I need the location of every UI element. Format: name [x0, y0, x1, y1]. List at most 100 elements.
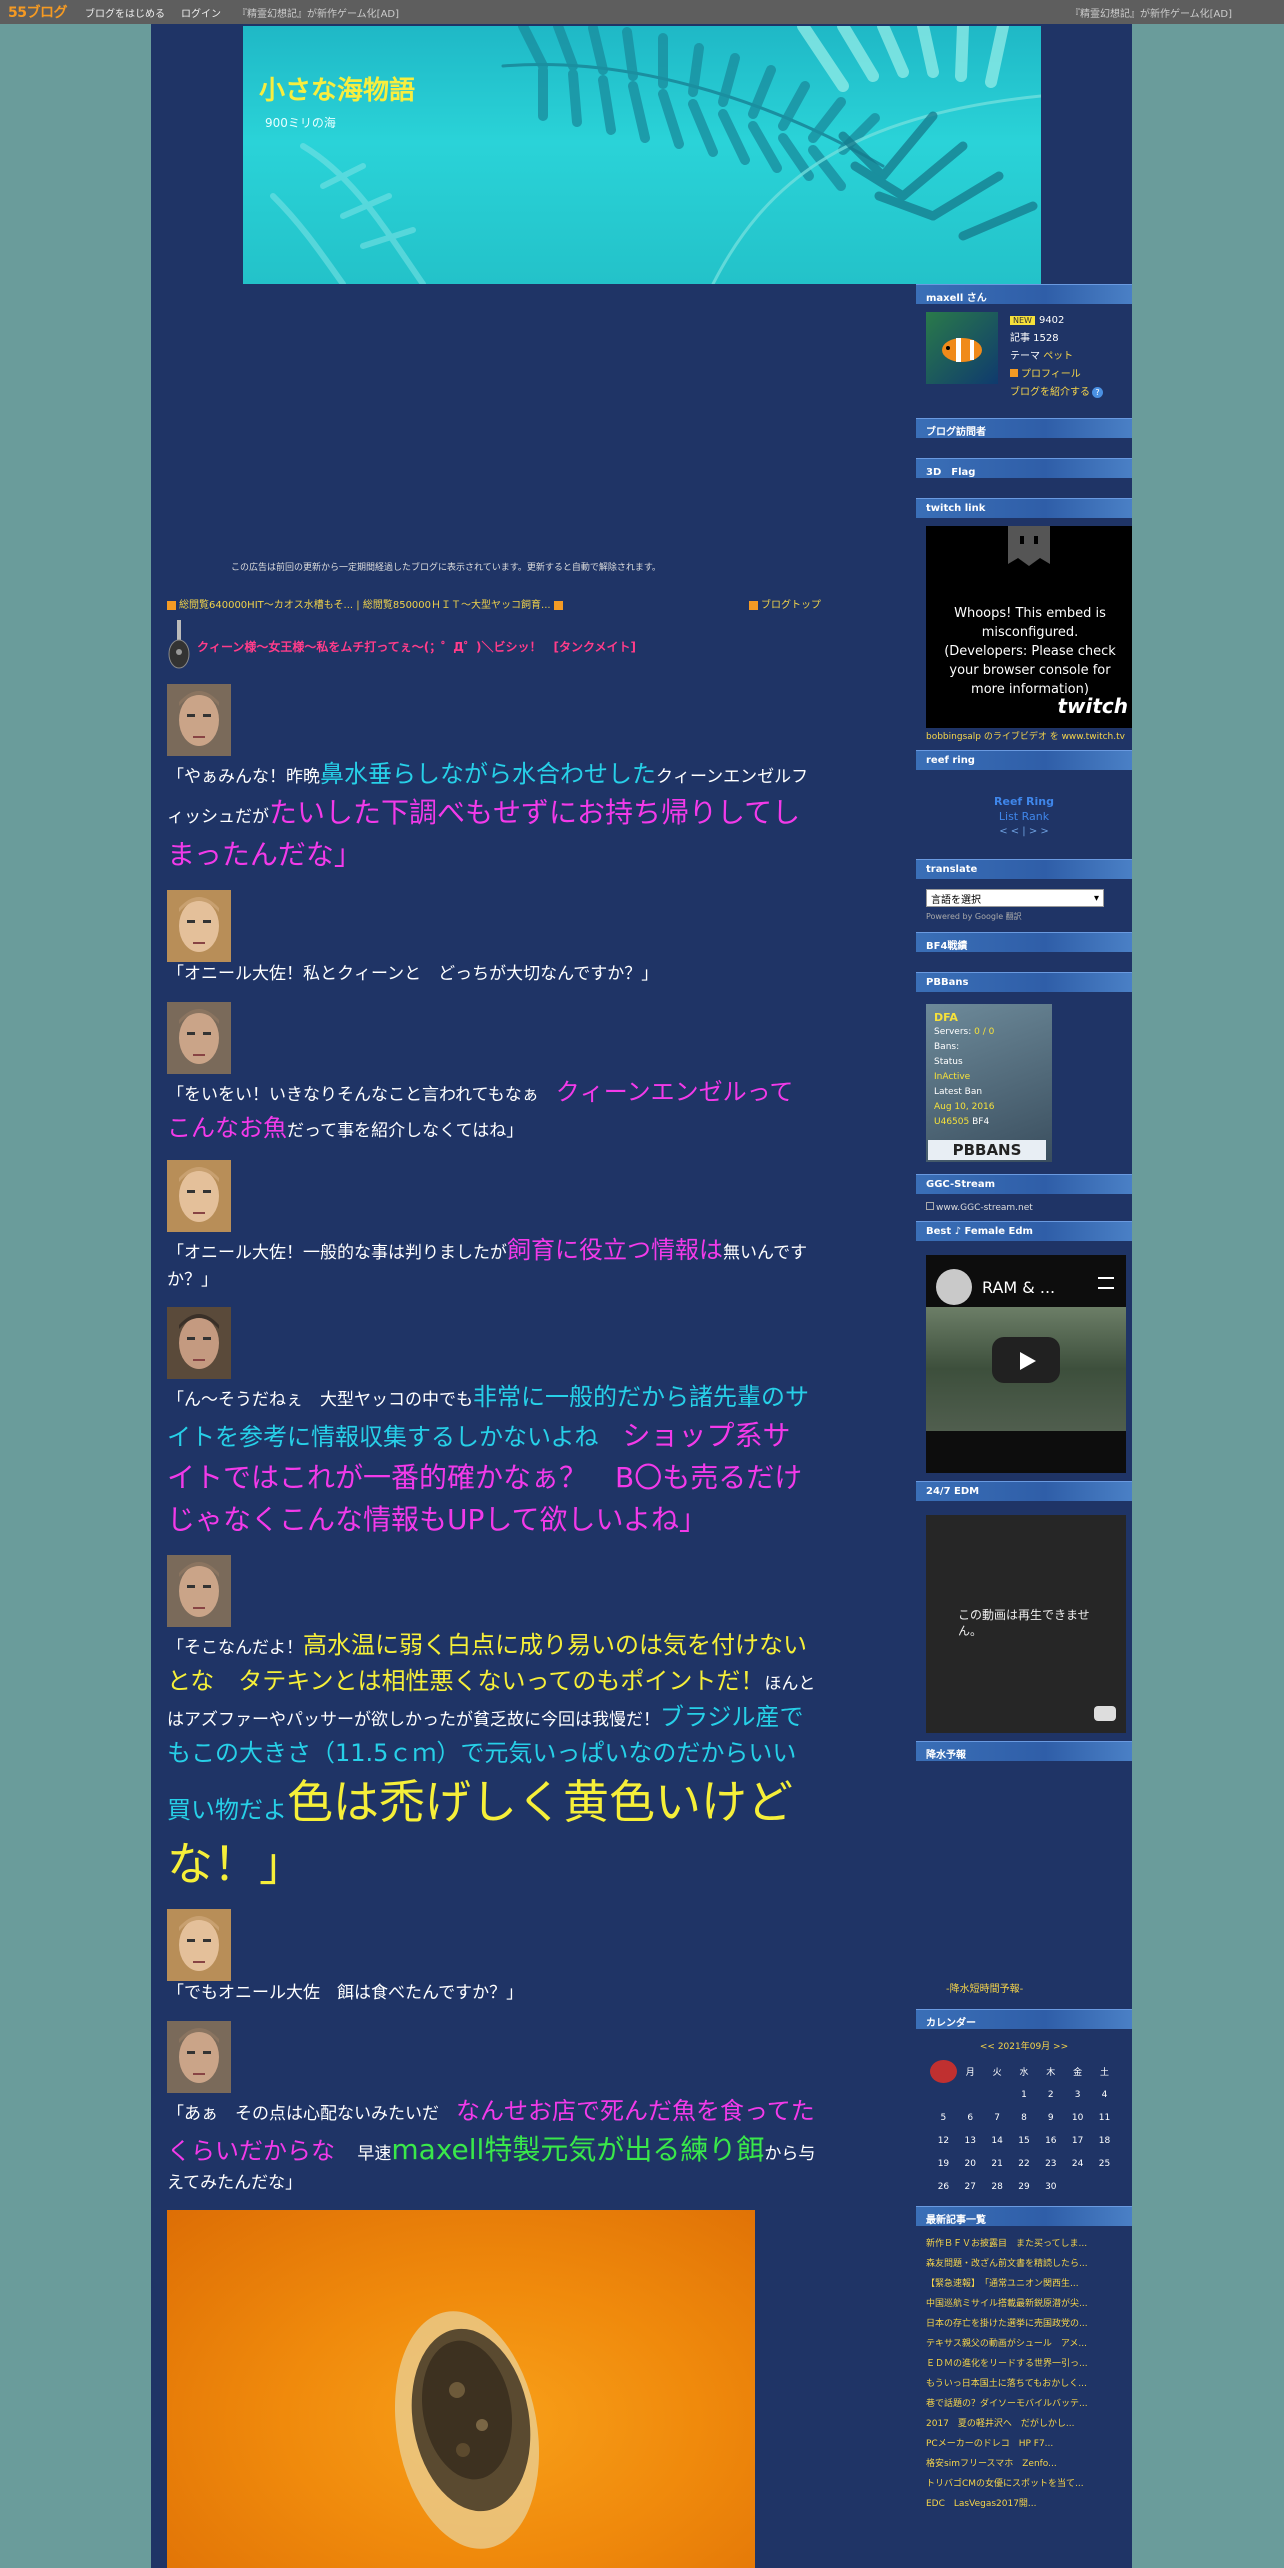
calendar-widget-title: カレンダー	[916, 2009, 1132, 2029]
servers-label: Servers:	[934, 1027, 972, 1037]
calendar-day[interactable]: 19	[930, 2152, 957, 2175]
calendar-day[interactable]: 23	[1037, 2152, 1064, 2175]
calendar-day[interactable]: 17	[1064, 2129, 1091, 2152]
recent-article-link[interactable]: PCメーカーのドレコ HP F7...	[926, 2434, 1122, 2454]
twitch-channel-link[interactable]: bobbingsalp のライブビデオ を www.twitch.tv	[926, 729, 1132, 742]
calendar-day[interactable]: 7	[984, 2106, 1011, 2129]
calendar-day[interactable]: 9	[1037, 2106, 1064, 2129]
twitch-embed[interactable]: Whoops! This embed is misconfigured. (De…	[926, 526, 1132, 728]
dialogue-paragraph: 「あぁ その点は心配ないみたいだ なんせお店で死んだ魚を食ってたくらいだからな …	[167, 2020, 817, 2197]
calendar-day[interactable]: 13	[957, 2129, 984, 2152]
calendar-day[interactable]: 15	[1011, 2129, 1038, 2152]
login-link[interactable]: ログイン	[181, 5, 221, 20]
bf4-widget-title: BF4戦績	[916, 932, 1132, 952]
calendar-day[interactable]: 10	[1064, 2106, 1091, 2129]
recent-article-link[interactable]: トリバゴCMの女優にスポットを当て...	[926, 2474, 1122, 2494]
pbbans-badge[interactable]: DFA Servers: 0 / 0 Bans: Status InActive…	[926, 1004, 1052, 1162]
recent-article-link[interactable]: ＥＤＭの進化をリードする世界一引っ...	[926, 2354, 1122, 2374]
calendar-day[interactable]: 4	[1091, 2083, 1118, 2106]
recent-article-link[interactable]: 【緊急速報】 「通常ユニオン関西生...	[926, 2274, 1122, 2294]
blog-title[interactable]: 小さな海物語	[259, 70, 415, 107]
calendar-day[interactable]: 11	[1091, 2106, 1118, 2129]
calendar-day[interactable]: 8	[1011, 2106, 1038, 2129]
recent-article-link[interactable]: 中国巡航ミサイル搭載最新鋭原潜が尖...	[926, 2294, 1122, 2314]
recent-article-link[interactable]: 日本の存亡を掛けた選挙に売国政党の...	[926, 2314, 1122, 2334]
recent-article-link[interactable]: 格安simフリースマホ Zenfo...	[926, 2454, 1122, 2474]
servers-value: 0 / 0	[974, 1027, 995, 1037]
site-logo[interactable]: 55ブログ	[8, 2, 67, 22]
dialogue-text: 色は禿げしく黄色いけどな！」	[167, 1775, 793, 1892]
calendar-weekday: 水	[1019, 2068, 1029, 2078]
profile-widget-title: maxell さん	[916, 284, 1132, 304]
pbbans-widget-title: PBBans	[916, 972, 1132, 992]
ad-link-left[interactable]: 『精霊幻想記』が新作ゲーム化[AD]	[237, 5, 399, 20]
prev-entry-link[interactable]: 総閲覧640000HIT～カオス水槽もそ...	[179, 600, 353, 611]
recent-article-link[interactable]: 巷で話題の？ダイソーモバイルバッテ...	[926, 2394, 1122, 2414]
calendar-day	[1064, 2175, 1091, 2198]
play-button-icon[interactable]	[992, 1337, 1060, 1383]
entry-navigation: 総閲覧640000HIT～カオス水槽もそ... | 総閲覧850000ＨＩＴ～大…	[167, 596, 821, 611]
dialogue-text: 「やぁみんな！昨晩	[167, 767, 320, 787]
video-title: RAM & ...	[982, 1277, 1056, 1297]
calendar-day[interactable]: 14	[984, 2129, 1011, 2152]
ad-link-right[interactable]: 『精霊幻想記』が新作ゲーム化[AD]	[1070, 5, 1232, 20]
calendar-day[interactable]: 2	[1037, 2083, 1064, 2106]
reef-ring-link[interactable]: Reef Ring	[916, 794, 1132, 809]
rain-forecast-link[interactable]: -降水短時間予報-	[946, 1980, 1023, 1995]
calendar-day[interactable]: 26	[930, 2175, 957, 2198]
theme-link[interactable]: ペット	[1043, 351, 1073, 362]
language-select[interactable]: 言語を選択 ▾	[926, 889, 1104, 907]
dialogue-paragraph: 「そこなんだよ！高水温に弱く白点に成り易いのは気を付けないとな タテキンとは相性…	[167, 1555, 817, 1895]
calendar-day[interactable]: 20	[957, 2152, 984, 2175]
oneill-avatar	[167, 2020, 231, 2093]
list-rank-link[interactable]: List Rank	[916, 809, 1132, 824]
calendar-day[interactable]: 12	[930, 2129, 957, 2152]
start-blog-link[interactable]: ブログをはじめる	[85, 5, 165, 20]
next-entry-link[interactable]: 総閲覧850000ＨＩＴ～大型ヤッコ飼育...	[363, 600, 551, 611]
calendar-month-nav[interactable]: << 2021年09月 >>	[930, 2039, 1118, 2052]
calendar-day[interactable]: 5	[930, 2106, 957, 2129]
calendar-day[interactable]: 1	[1011, 2083, 1038, 2106]
calendar-day[interactable]: 30	[1037, 2175, 1064, 2198]
recent-articles-list: 新作ＢＦＶお披露目 また买ってしま... 森友問題・改ざん前文書を精読したら...…	[916, 2226, 1132, 2522]
dialogue-paragraph: 「でもオニール大佐 餌は食べたんですか？」	[167, 1909, 817, 2007]
calendar-day[interactable]: 3	[1064, 2083, 1091, 2106]
calendar-day[interactable]: 25	[1091, 2152, 1118, 2175]
calendar-day[interactable]: 27	[957, 2175, 984, 2198]
recent-article-link[interactable]: 新作ＢＦＶお披露目 また买ってしま...	[926, 2234, 1122, 2254]
recent-article-link[interactable]: EDC LasVegas2017開...	[926, 2494, 1122, 2514]
calendar-day	[984, 2083, 1011, 2106]
recent-article-link[interactable]: もういっ日本国土に落ちてもおかしく...	[926, 2374, 1122, 2394]
blog-banner[interactable]: 小さな海物語 900ミリの海	[243, 26, 1041, 284]
reef-ring-nav[interactable]: < < | > >	[916, 824, 1132, 839]
dialogue-text: 「あぁ その点は心配ないみたいだ	[167, 2103, 456, 2124]
clan-name: DFA	[934, 1011, 958, 1024]
blog-top-link[interactable]: ブログトップ	[761, 600, 821, 611]
introduce-blog-link[interactable]: ブログを紹介する	[1010, 387, 1090, 398]
dialogue-paragraph: 「をいをい！いきなりそんなこと言われてもなぁ クィーンエンゼルってこんなお魚だっ…	[167, 1001, 817, 1146]
profile-link[interactable]: プロフィール	[1021, 369, 1081, 380]
youtube-logo-icon[interactable]	[1094, 1706, 1116, 1721]
avatar[interactable]	[926, 312, 998, 384]
calendar-day[interactable]: 28	[984, 2175, 1011, 2198]
recent-article-link[interactable]: 2017 夏の軽井沢へ だがしかし...	[926, 2414, 1122, 2434]
calendar-day[interactable]: 24	[1064, 2152, 1091, 2175]
fish-food-photo[interactable]	[167, 2210, 755, 2568]
recent-article-link[interactable]: テキサス親父の動画がシュール アメ...	[926, 2334, 1122, 2354]
recent-article-link[interactable]: 森友問題・改ざん前文書を精読したら...	[926, 2254, 1122, 2274]
entry-title-text[interactable]: クィーン様～女王様～私をムチ打ってぇ～(；゜Д゜)＼ビシッ！ [タンクメイト]	[197, 638, 636, 655]
calendar-day[interactable]: 22	[1011, 2152, 1038, 2175]
oneill-avatar	[167, 1001, 231, 1074]
calendar-day[interactable]: 21	[984, 2152, 1011, 2175]
ggc-stream-image[interactable]: www.GGC-stream.net	[926, 1202, 1132, 1213]
calendar-day[interactable]: 29	[1011, 2175, 1038, 2198]
playlist-icon[interactable]	[1098, 1277, 1114, 1289]
rain-forecast-widget: -降水短時間予報-	[916, 1761, 1132, 2001]
youtube-embed-2[interactable]: この動画は再生できません。	[926, 1515, 1126, 1733]
youtube-embed-1[interactable]: RAM & ...	[926, 1255, 1126, 1473]
translate-widget-title: translate	[916, 859, 1132, 879]
calendar-day[interactable]: 6	[957, 2106, 984, 2129]
calendar-day[interactable]: 18	[1091, 2129, 1118, 2152]
calendar-day[interactable]: 16	[1037, 2129, 1064, 2152]
help-icon[interactable]: ?	[1092, 387, 1103, 398]
